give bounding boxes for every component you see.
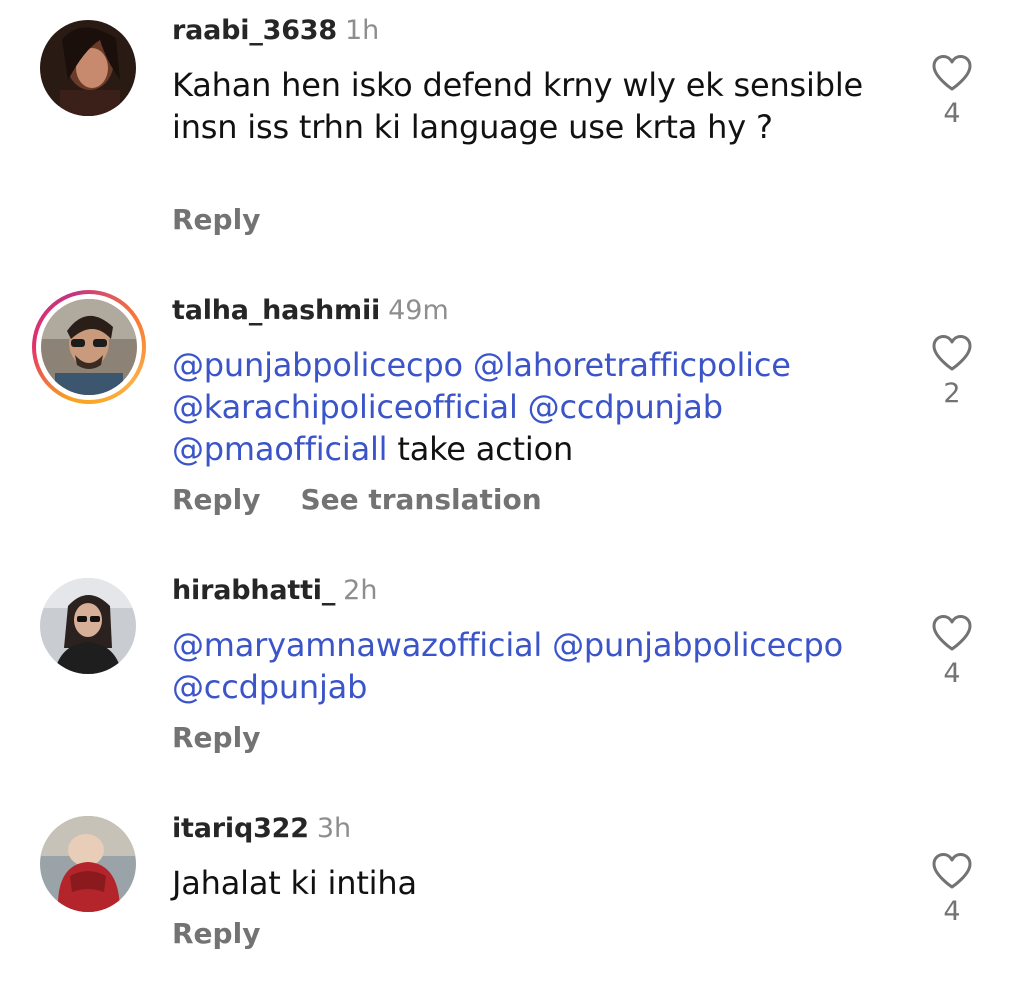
- timestamp: 2h: [343, 575, 378, 606]
- username[interactable]: hirabhatti_: [172, 575, 335, 606]
- comment-actions: Reply: [172, 202, 300, 238]
- avatar[interactable]: [40, 20, 136, 116]
- timestamp: 3h: [316, 813, 352, 844]
- mention-link[interactable]: @ccdpunjab: [528, 388, 723, 426]
- comment-text-segment: Kahan hen isko defend krny wly ek sensib…: [172, 66, 863, 146]
- avatar-image: [40, 578, 136, 674]
- like-control: 4: [926, 614, 978, 690]
- heart-outline-icon[interactable]: [931, 334, 973, 372]
- comment-text-segment: [518, 388, 528, 426]
- mention-link[interactable]: @ccdpunjab: [172, 668, 367, 706]
- heart-outline-icon[interactable]: [931, 852, 973, 890]
- comment-text: Jahalat ki intiha: [172, 862, 892, 904]
- reply-button[interactable]: Reply: [172, 483, 260, 516]
- timestamp: 1h: [344, 15, 380, 46]
- comment-actions: Reply: [172, 720, 300, 756]
- timestamp: 49m: [388, 295, 449, 326]
- comment-text-segment: [463, 346, 473, 384]
- comment-header: hirabhatti_ 2h: [172, 574, 377, 608]
- comment-text-segment: Jahalat ki intiha: [172, 864, 417, 902]
- like-count: 4: [943, 658, 961, 689]
- avatar[interactable]: [40, 578, 136, 674]
- username[interactable]: itariq322: [172, 813, 309, 844]
- comment-text: @maryamnawazofficial @punjabpolicecpo @c…: [172, 624, 892, 708]
- see-translation-button[interactable]: See translation: [300, 483, 541, 516]
- reply-button[interactable]: Reply: [172, 721, 260, 754]
- comment-header: raabi_3638 1h: [172, 14, 379, 48]
- mention-link[interactable]: @punjabpolicecpo: [552, 626, 843, 664]
- mention-link[interactable]: @pmaofficiall: [172, 430, 388, 468]
- avatar-story-ring[interactable]: [32, 290, 146, 404]
- mention-link[interactable]: @karachipoliceofficial: [172, 388, 518, 426]
- heart-outline-icon[interactable]: [931, 614, 973, 652]
- like-count: 2: [943, 378, 961, 409]
- username[interactable]: raabi_3638: [172, 15, 337, 46]
- comment-text: Kahan hen isko defend krny wly ek sensib…: [172, 64, 892, 148]
- avatar-image: [40, 20, 136, 116]
- reply-button[interactable]: Reply: [172, 917, 260, 950]
- comment-text-segment: [542, 626, 552, 664]
- avatar-image: [41, 299, 137, 395]
- comment-header: itariq322 3h: [172, 812, 351, 846]
- mention-link[interactable]: @maryamnawazofficial: [172, 626, 542, 664]
- like-count: 4: [943, 896, 961, 927]
- heart-outline-icon[interactable]: [931, 54, 973, 92]
- avatar[interactable]: [40, 816, 136, 912]
- like-control: 4: [926, 852, 978, 928]
- username[interactable]: talha_hashmii: [172, 295, 380, 326]
- like-control: 4: [926, 54, 978, 130]
- comment-actions: Reply: [172, 916, 300, 952]
- reply-button[interactable]: Reply: [172, 203, 260, 236]
- comment-text: @punjabpolicecpo @lahoretrafficpolice @k…: [172, 344, 892, 470]
- comment-text-segment: take action: [387, 430, 574, 468]
- mention-link[interactable]: @punjabpolicecpo: [172, 346, 463, 384]
- like-control: 2: [926, 334, 978, 410]
- mention-link[interactable]: @lahoretrafficpolice: [473, 346, 791, 384]
- comment-actions: Reply See translation: [172, 482, 582, 518]
- like-count: 4: [943, 98, 961, 129]
- comment-header: talha_hashmii 49m: [172, 294, 449, 328]
- avatar-image: [40, 816, 136, 912]
